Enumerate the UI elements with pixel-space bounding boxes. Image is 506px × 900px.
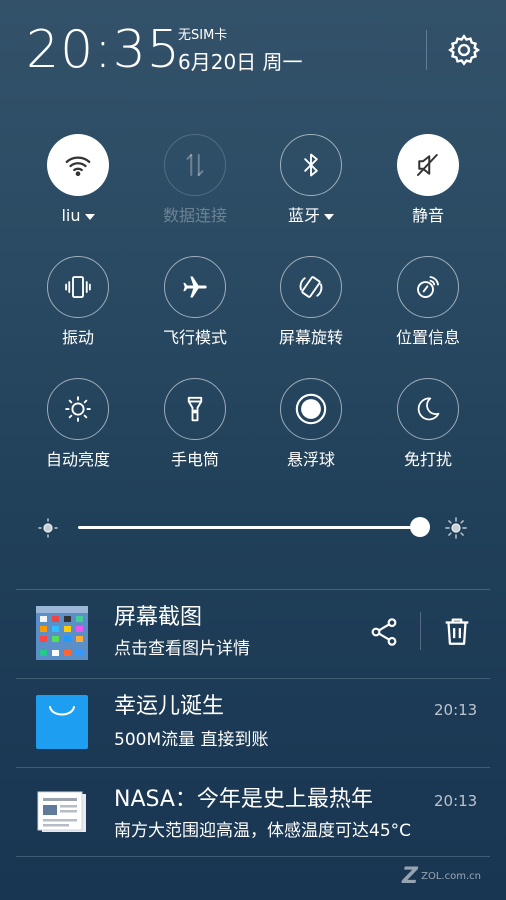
notification-title: NASA：今年是史上最热年	[114, 787, 373, 812]
divider	[16, 856, 490, 857]
brightness-low-icon	[36, 516, 60, 540]
toggle-location[interactable]: 位置信息	[373, 256, 483, 348]
sim-status: 无SIM卡	[178, 28, 228, 43]
delete-icon[interactable]	[440, 614, 474, 648]
toggle-auto-brightness[interactable]: 自动亮度	[23, 378, 133, 470]
notification-title: 屏幕截图	[114, 605, 203, 630]
screenshot-thumbnail	[36, 606, 88, 660]
notification-time: 20:13	[434, 792, 478, 810]
notification-text: 点击查看图片详情	[114, 639, 250, 659]
rotate-icon[interactable]	[280, 256, 342, 318]
toggle-flashlight[interactable]: 手电筒	[140, 378, 250, 470]
toggle-do-not-disturb[interactable]: 免打扰	[373, 378, 483, 470]
toggle-label: 免打扰	[403, 450, 452, 469]
notification-promo[interactable]: 幸运儿诞生 500M流量 直接到账 20:13	[0, 679, 506, 767]
news-icon	[36, 790, 88, 836]
clock: 20:35	[26, 20, 181, 80]
watermark-logo: Z ZOL.com.cn	[402, 864, 481, 889]
toggle-label: 位置信息	[395, 328, 460, 347]
toggle-mobile-data[interactable]: 数据连接	[140, 134, 250, 226]
dropdown-caret-icon[interactable]	[324, 213, 334, 220]
header-divider	[426, 30, 427, 70]
action-divider	[420, 612, 421, 650]
toggle-label: 悬浮球	[286, 450, 335, 469]
toggle-label: 飞行模式	[162, 328, 227, 347]
notification-text: 500M流量 直接到账	[114, 730, 269, 750]
toggle-label: 静音	[411, 206, 444, 225]
shopping-bag-icon	[36, 695, 88, 749]
mobile-data-icon[interactable]	[164, 134, 226, 196]
toggle-label: 蓝牙	[287, 206, 320, 225]
wifi-icon[interactable]	[47, 134, 109, 196]
toggle-label: 振动	[61, 328, 94, 347]
toggle-label: 数据连接	[162, 206, 227, 225]
toggle-rotate[interactable]: 屏幕旋转	[256, 256, 366, 348]
brightness-high-icon	[444, 516, 468, 540]
toggle-label: 屏幕旋转	[278, 328, 343, 347]
settings-gear-icon[interactable]	[446, 32, 482, 68]
bluetooth-icon[interactable]	[280, 134, 342, 196]
watermark-text: ZOL.com.cn	[421, 871, 481, 882]
notification-screenshot[interactable]: 屏幕截图 点击查看图片详情	[0, 590, 506, 678]
toggle-bluetooth[interactable]: 蓝牙	[256, 134, 366, 226]
date: 6月20日 周一	[178, 50, 303, 74]
toggle-label: liu	[61, 206, 81, 225]
floating-ball-icon[interactable]	[280, 378, 342, 440]
dropdown-caret-icon[interactable]	[84, 213, 95, 220]
toggle-wifi[interactable]: liu	[23, 134, 133, 226]
flashlight-icon[interactable]	[164, 378, 226, 440]
toggle-airplane[interactable]: 飞行模式	[140, 256, 250, 348]
toggle-label: 手电筒	[170, 450, 219, 469]
notification-text: 南方大范围迎高温，体感温度可达45°C	[114, 821, 412, 841]
toggle-vibrate[interactable]: 振动	[23, 256, 133, 348]
mute-icon[interactable]	[397, 134, 459, 196]
share-icon[interactable]	[368, 616, 400, 648]
toggle-label: 自动亮度	[45, 450, 110, 469]
toggle-floating-ball[interactable]: 悬浮球	[256, 378, 366, 470]
toggle-mute[interactable]: 静音	[373, 134, 483, 226]
notification-time: 20:13	[434, 701, 478, 719]
brightness-icon[interactable]	[47, 378, 109, 440]
vibrate-icon[interactable]	[47, 256, 109, 318]
brightness-slider-track[interactable]	[78, 526, 420, 529]
notification-news[interactable]: NASA：今年是史上最热年 南方大范围迎高温，体感温度可达45°C 20:13	[0, 768, 506, 856]
notification-title: 幸运儿诞生	[114, 694, 225, 719]
brightness-slider-thumb[interactable]	[410, 517, 430, 537]
moon-icon[interactable]	[397, 378, 459, 440]
airplane-icon[interactable]	[164, 256, 226, 318]
location-icon[interactable]	[397, 256, 459, 318]
